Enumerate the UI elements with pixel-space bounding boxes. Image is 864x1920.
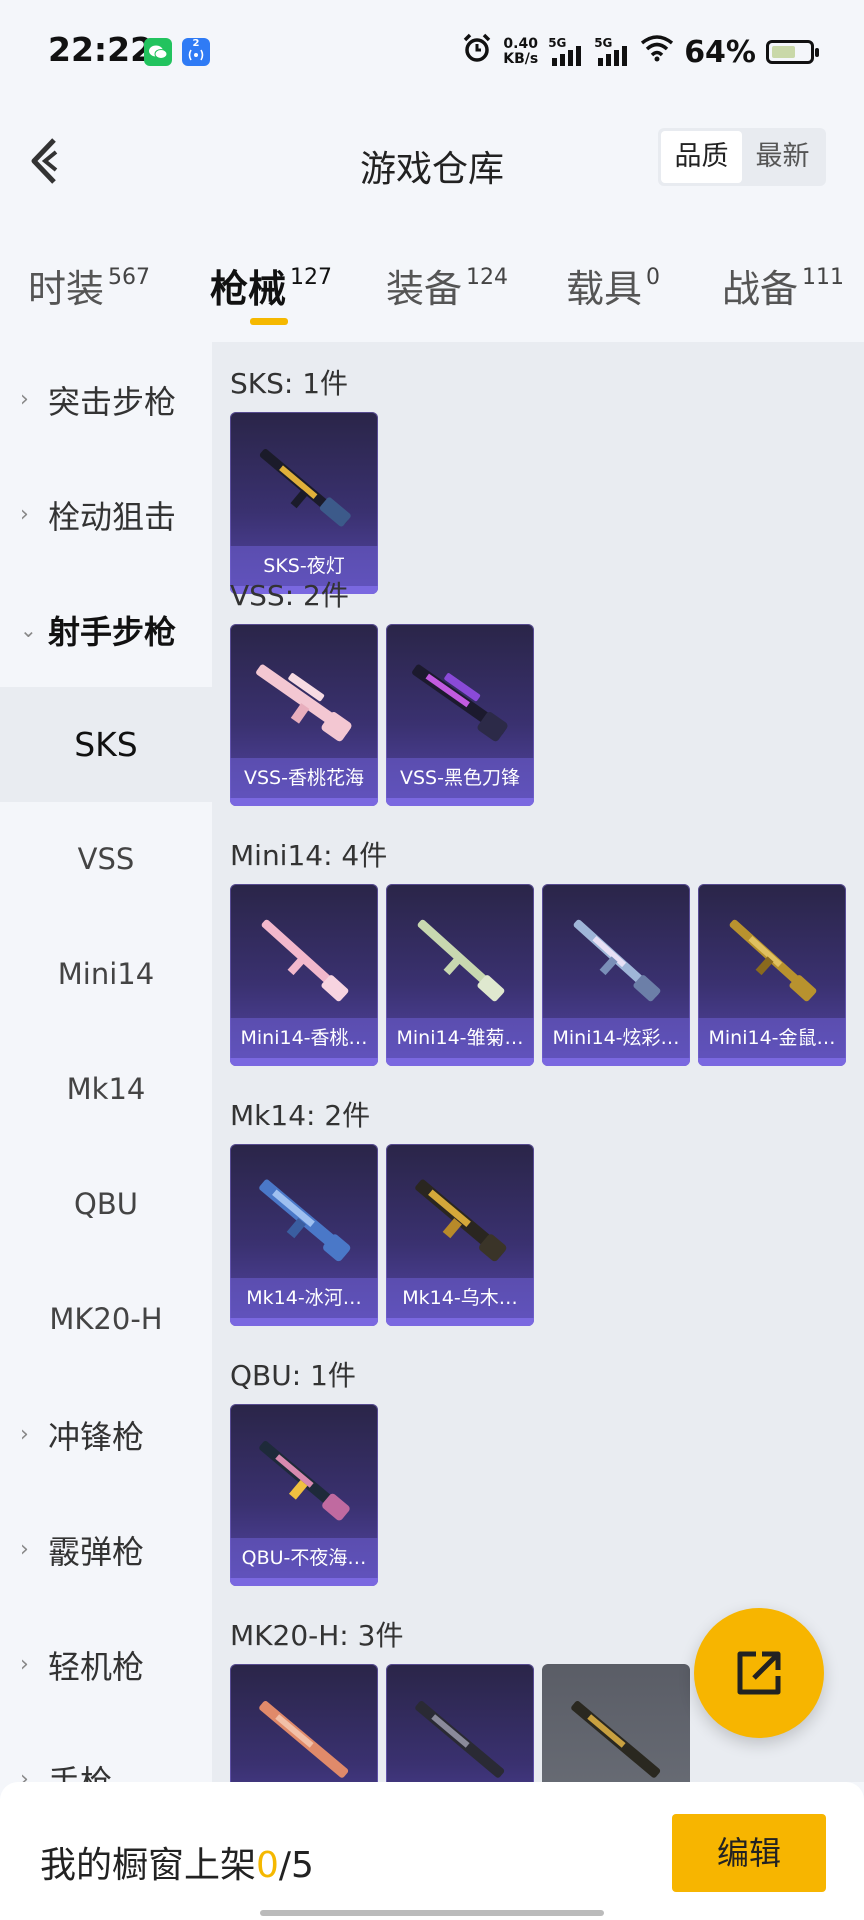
rifle-icon	[412, 664, 508, 742]
sidebar-subitem-mini14[interactable]: Mini14	[0, 917, 212, 1032]
weapon-card[interactable]: VSS-香桃花海	[230, 624, 378, 806]
category-sidebar: › 突击步枪 › 栓动狙击 ⌄ 射手步枪 SKS VSS Mini14 Mk14 QB…	[0, 342, 212, 1801]
sidebar-subitem-mk20h[interactable]: MK20-H	[0, 1262, 212, 1377]
weapon-card[interactable]	[386, 1664, 534, 1782]
rifle-icon	[571, 1701, 661, 1778]
weapon-name: VSS-黑色刀锋	[386, 758, 534, 798]
category-tabs: 时装 567 枪械 127 装备 124 载具 0 战备 111	[0, 250, 864, 340]
sidebar-subitem-qbu[interactable]: QBU	[0, 1147, 212, 1262]
net-speed: 0.40 KB/s	[503, 36, 539, 67]
battery-percent: 64%	[684, 34, 756, 70]
weapon-card[interactable]: Mk14-冰河…	[230, 1144, 378, 1326]
hotspot-badge: 2	[192, 38, 200, 49]
chevron-right-icon: ›	[20, 1537, 29, 1562]
rifle-icon	[415, 1179, 507, 1262]
showcase-current-count: 0	[256, 1845, 279, 1886]
showcase-total: /5	[278, 1845, 314, 1886]
tab-supplies[interactable]: 战备 111	[722, 258, 844, 313]
sort-quality-button[interactable]: 品质	[661, 131, 742, 183]
weapon-card[interactable]: Mini14-雏菊…	[386, 884, 534, 1066]
share-icon	[737, 1651, 781, 1695]
sidebar-item-shotgun[interactable]: › 霰弹枪	[0, 1492, 212, 1607]
signal-sim1-icon: 5G	[548, 36, 584, 68]
sort-newest-button[interactable]: 最新	[742, 131, 823, 183]
chevron-right-icon: ›	[20, 502, 29, 527]
weapon-card[interactable]: QBU-不夜海…	[230, 1404, 378, 1586]
section-title: SKS: 1件	[230, 367, 349, 400]
sidebar-subitem-vss[interactable]: VSS	[0, 802, 212, 917]
weapon-card[interactable]: Mini14-香桃…	[230, 884, 378, 1066]
weapon-card[interactable]	[230, 1664, 378, 1782]
showcase-label: 我的橱窗上架0/5	[40, 1845, 314, 1886]
chevron-right-icon: ›	[20, 387, 29, 412]
rifle-icon	[259, 1701, 349, 1778]
rifle-icon	[415, 1701, 505, 1778]
tab-guns[interactable]: 枪械 127	[210, 258, 332, 313]
weapon-name: Mini14-炫彩…	[542, 1018, 690, 1058]
rifle-icon	[417, 919, 505, 1002]
weapon-card[interactable]: Mk14-乌木…	[386, 1144, 534, 1326]
weapon-card[interactable]: VSS-黑色刀锋	[386, 624, 534, 806]
weapon-name: Mini14-香桃…	[230, 1018, 378, 1058]
tab-fashion[interactable]: 时装 567	[28, 258, 150, 313]
rifle-icon	[261, 919, 349, 1002]
tab-equipment[interactable]: 装备 124	[386, 258, 508, 313]
weapon-name: VSS-香桃花海	[230, 758, 378, 798]
section-title: QBU: 1件	[230, 1359, 356, 1392]
battery-icon	[766, 40, 819, 64]
chevron-down-icon: ⌄	[20, 617, 37, 642]
weapon-name: Mk14-乌木…	[386, 1278, 534, 1318]
share-button[interactable]	[694, 1608, 824, 1738]
section-title: VSS: 2件	[230, 579, 349, 612]
rifle-icon	[259, 1441, 350, 1521]
rifle-icon	[573, 919, 661, 1002]
sidebar-item-dmr[interactable]: ⌄ 射手步枪	[0, 572, 212, 687]
weapon-card[interactable]: Mini14-金鼠…	[698, 884, 846, 1066]
rifle-icon	[729, 919, 817, 1002]
sidebar-item-bolt-sniper[interactable]: › 栓动狙击	[0, 457, 212, 572]
weapon-name: Mk14-冰河…	[230, 1278, 378, 1318]
signal-sim2-icon: 5G	[594, 36, 630, 68]
weapon-name: Mini14-雏菊…	[386, 1018, 534, 1058]
clock: 22:22	[48, 30, 154, 69]
weapon-name: Mini14-金鼠…	[698, 1018, 846, 1058]
weapon-grid: SKS: 1件 SKS-夜灯 VSS: 2件 VSS-香桃花海 VSS-黑色刀锋…	[212, 342, 864, 1782]
sidebar-subitem-mk14[interactable]: Mk14	[0, 1032, 212, 1147]
section-title: Mini14: 4件	[230, 839, 388, 872]
section-title: MK20-H: 3件	[230, 1619, 404, 1652]
hotspot-icon: 2	[182, 38, 210, 66]
weapon-card[interactable]: SKS-夜灯	[230, 412, 378, 594]
weapon-name: QBU-不夜海…	[230, 1538, 378, 1578]
status-bar: 22:22 2 0.40 KB/s 5G 5G 64%	[0, 0, 864, 96]
tab-vehicles[interactable]: 载具 0	[566, 258, 660, 313]
chevron-right-icon: ›	[20, 1652, 29, 1677]
alarm-icon	[461, 32, 493, 72]
section-title: Mk14: 2件	[230, 1099, 371, 1132]
sort-toggle: 品质 最新	[658, 128, 826, 186]
sidebar-item-assault-rifle[interactable]: › 突击步枪	[0, 342, 212, 457]
weapon-card[interactable]: Mini14-炫彩…	[542, 884, 690, 1066]
showcase-bar: 我的橱窗上架0/5 编辑	[0, 1782, 864, 1920]
status-icons: 0.40 KB/s 5G 5G 64%	[461, 32, 819, 72]
active-tab-indicator	[250, 318, 288, 325]
rifle-icon	[259, 449, 351, 527]
sidebar-item-lmg[interactable]: › 轻机枪	[0, 1607, 212, 1722]
rifle-icon	[256, 664, 352, 742]
sidebar-subitem-sks[interactable]: SKS	[0, 687, 212, 802]
rifle-icon	[259, 1179, 351, 1262]
header: 游戏仓库 品质 最新	[0, 96, 864, 226]
weapon-card[interactable]	[542, 1664, 690, 1782]
sidebar-item-smg[interactable]: › 冲锋枪	[0, 1377, 212, 1492]
wifi-icon	[640, 34, 674, 70]
home-indicator[interactable]	[260, 1910, 604, 1916]
wechat-icon	[144, 38, 172, 66]
edit-button[interactable]: 编辑	[672, 1814, 826, 1892]
chevron-right-icon: ›	[20, 1422, 29, 1447]
